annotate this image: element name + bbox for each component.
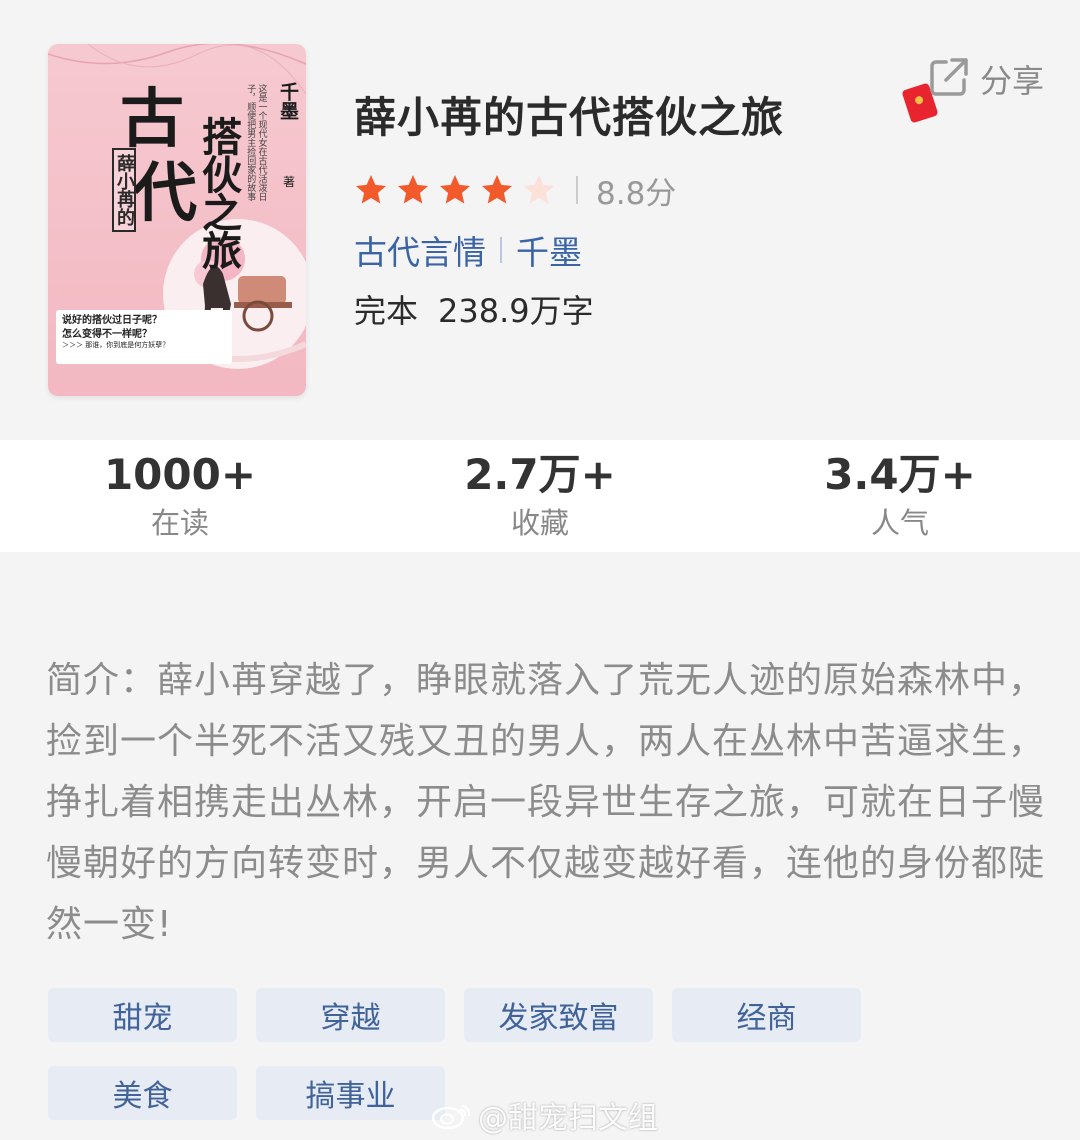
- tag-item[interactable]: 经商: [672, 988, 861, 1042]
- cover-tagline: ＞＞＞ 那谁，你到底是何方妖孽？: [62, 341, 170, 349]
- watermark: @甜宠扫文组: [430, 1093, 658, 1137]
- category-link[interactable]: 古代言情: [354, 226, 486, 274]
- watermark-text: @甜宠扫文组: [478, 1101, 658, 1136]
- star-filled-icon: [356, 175, 386, 204]
- star-filled-icon: [440, 175, 470, 204]
- share-label: 分享: [980, 62, 1045, 100]
- tag-item[interactable]: 美食: [48, 1066, 237, 1120]
- cover-author-suffix: 著: [283, 175, 296, 189]
- cover-title-char: 古: [120, 82, 184, 157]
- tag-item[interactable]: 搞事业: [256, 1066, 445, 1120]
- tag-item[interactable]: 发家致富: [464, 988, 653, 1042]
- star-empty-icon: [524, 175, 554, 204]
- stats-bar: 1000+ 在读 2.7万+ 收藏 3.4万+ 人气: [0, 440, 1080, 552]
- star-filled-icon: [398, 175, 428, 204]
- share-icon: [930, 58, 968, 96]
- stat-favorites: 2.7万+ 收藏: [390, 450, 690, 546]
- author-link[interactable]: 千墨: [516, 226, 582, 274]
- book-synopsis[interactable]: 简介：薛小苒穿越了，睁眼就落入了荒无人迹的原始森林中，捡到一个半死不活又残又丑的…: [46, 650, 1046, 955]
- category-divider: [500, 237, 502, 263]
- cover-title-char: 代: [133, 156, 197, 231]
- stat-value: 1000+: [103, 450, 257, 499]
- star-filled-icon: [482, 175, 512, 204]
- stat-reading: 1000+ 在读: [30, 450, 330, 546]
- cover-subtitle: 薛小苒的: [112, 148, 136, 232]
- book-cover[interactable]: 古 代 搭伙之旅 薛小苒的 千墨 著 这是一个现代女在古代活泼日子，顺便把男主捡…: [48, 44, 306, 396]
- stat-label: 收藏: [510, 506, 569, 540]
- book-status: 完本: [354, 292, 419, 330]
- book-meta: 完本 238.9万字: [354, 286, 594, 332]
- rating-score: 8.8分: [596, 175, 677, 212]
- stat-label: 人气: [870, 506, 929, 540]
- stat-popularity: 3.4万+ 人气: [750, 450, 1050, 546]
- stat-label: 在读: [150, 506, 209, 540]
- rating: 8.8分: [352, 170, 677, 212]
- cover-tagline: 怎么变得不一样呢？: [62, 328, 152, 340]
- tag-item[interactable]: 甜宠: [48, 988, 237, 1042]
- stat-value: 3.4万+: [824, 450, 976, 499]
- cover-tagline-box: 说好的搭伙过日子呢？ 怎么变得不一样呢？ ＞＞＞ 那谁，你到底是何方妖孽？: [56, 310, 232, 364]
- cover-author: 千墨: [277, 82, 299, 120]
- cover-blurb: 这是一个现代女在古代活泼日子，顺便把男主捡回家的故事: [245, 84, 267, 201]
- word-count: 238.9万字: [438, 292, 594, 330]
- cover-tagline: 说好的搭伙过日子呢？: [62, 315, 162, 326]
- tag-item[interactable]: 穿越: [256, 988, 445, 1042]
- cover-side-title: 搭伙之旅: [195, 116, 242, 268]
- book-title: 薛小苒的古代搭伙之旅: [354, 93, 785, 142]
- book-header: 古 代 搭伙之旅 薛小苒的 千墨 著 这是一个现代女在古代活泼日子，顺便把男主捡…: [0, 0, 1080, 440]
- share-button[interactable]: 分享: [900, 54, 1060, 124]
- book-category-row: 古代言情 千墨: [354, 226, 582, 274]
- rating-divider: [576, 176, 578, 204]
- stat-value: 2.7万+: [464, 450, 616, 499]
- weibo-logo-icon: [431, 1104, 471, 1130]
- star-rating: [352, 172, 562, 208]
